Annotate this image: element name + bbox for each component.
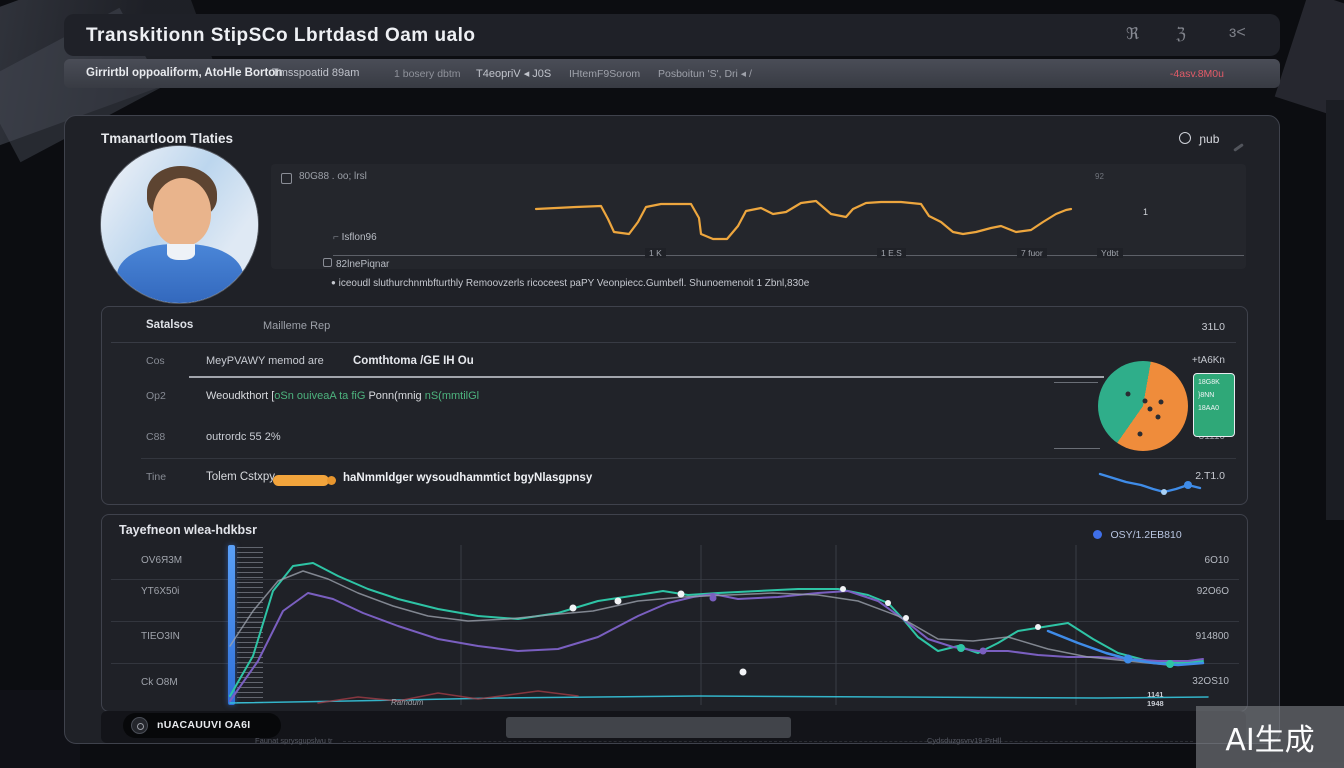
footer-dashed-line — [343, 741, 1193, 742]
pen-icon — [1233, 143, 1244, 152]
user-avatar[interactable] — [101, 146, 258, 303]
nav-item-position[interactable]: Posboitun 'S', Dri ◂ / — [658, 68, 752, 80]
refresh-icon — [1179, 132, 1191, 144]
table-divider-bright — [189, 376, 1104, 378]
app-header: Transkitionn StipSCo Lbrtdasd Oam ualo ℜ… — [64, 14, 1280, 56]
chart-row-label-4: Ck O8M — [141, 677, 178, 688]
footer-progress-bar — [506, 717, 791, 738]
series-label-secondary: 82lnePiqnar — [323, 258, 389, 270]
segment-pie-chart — [1098, 361, 1188, 451]
legend-item: }8NN — [1198, 390, 1230, 403]
nav-item-reports[interactable]: T4eopriV ◂ J0S — [476, 67, 551, 80]
bg-shard-right-strip — [1326, 100, 1344, 520]
ai-watermark: AI生成 — [1196, 706, 1344, 768]
chart-row-label-1: OV6Я3M — [141, 555, 182, 566]
nav-bar: Girrirtbl oppoaliform, AtoHle Borton Tms… — [64, 59, 1280, 88]
row-key: Cos — [146, 355, 165, 367]
nav-alert-value: -4asv.8M0u — [1104, 68, 1224, 80]
table-col-b[interactable]: Mailleme Rep — [263, 320, 330, 332]
axis-tick-1: 1 K — [645, 248, 666, 258]
footer-pill-button[interactable]: nUACAUUVI OA6I — [123, 713, 281, 738]
refresh-label: ɲub — [1199, 132, 1219, 146]
table-row: Op2 Weoudkthort [oSn ouiveaA ta fiG Ponn… — [65, 390, 1279, 410]
series-label-primary: ⌐ Isflon96 — [333, 232, 377, 243]
legend-item: 18AA0 — [1198, 403, 1230, 416]
nav-item-forum[interactable]: IHtemF9Sorom — [569, 68, 640, 80]
row-key: C88 — [146, 431, 165, 443]
user-menu-icon[interactable]: ɜ< — [1229, 24, 1246, 42]
app-title: Transkitionn StipSCo Lbrtdasd Oam ualo — [86, 25, 476, 47]
status-dot-icon — [1093, 530, 1102, 539]
summary-note: ● iceoudl sluthurchnmbfturthly Remoovzer… — [331, 278, 809, 289]
table-row: Cos MeyPVAWY memod are Comthtoma /GE IH … — [65, 355, 1279, 375]
avatar-collar — [167, 244, 195, 260]
chart-footnote: Ramdum — [391, 698, 423, 707]
footer-faint-right: Cydsduzgsvrv19-PrHll — [927, 736, 1001, 745]
row-bar-label: haNmmldger wysoudhammtict bgyNlasgpnsy — [343, 472, 592, 484]
nav-item-overview[interactable]: Girrirtbl oppoaliform, AtoHle Borton — [86, 67, 282, 79]
bottom-chart-title: Tayefneon wlea-hdkbsr — [119, 523, 257, 537]
series-dash-icon: ⌐ — [333, 232, 342, 243]
pie-leader-line-2 — [1054, 448, 1100, 449]
table-divider-1 — [111, 342, 1236, 343]
refresh-button[interactable]: ɲub — [1179, 132, 1219, 146]
table-divider-2 — [141, 458, 1236, 459]
row-text-b: Comthtoma /GE IH Ou — [353, 355, 474, 367]
pie-leader-line-1 — [1054, 382, 1098, 383]
table-col-a[interactable]: Satalsos — [146, 319, 193, 331]
notifications-icon[interactable]: ℜ — [1126, 24, 1139, 44]
avatar-face — [153, 178, 211, 246]
progress-pill — [273, 475, 329, 486]
axis-tick-2: 1 E.S — [877, 248, 906, 258]
top-line-chart — [271, 164, 1246, 256]
nav-item-history[interactable]: 1 bosery dbtm — [394, 68, 461, 80]
row-key: Op2 — [146, 390, 166, 402]
legend-item: 18G8K — [1198, 377, 1230, 390]
bottom-multi-line-chart — [226, 541, 1226, 709]
panel-title: Tmanartloom Tlaties — [101, 131, 233, 146]
progress-dot — [327, 476, 336, 485]
pie-legend: 18G8K }8NN 18AA0 — [1193, 373, 1235, 437]
footer-pill-label: nUACAUUVI OA6I — [157, 719, 250, 731]
row-text-a: MeyPVAWY memod are — [206, 355, 324, 367]
row-sparkline — [1096, 467, 1206, 499]
apps-icon[interactable]: ℨ — [1176, 24, 1186, 44]
row-text: outrordc 55 2% — [206, 431, 281, 443]
dashboard-page: Transkitionn StipSCo Lbrtdasd Oam ualo ℜ… — [0, 0, 1344, 768]
axis-tick-3: 7 fuor — [1017, 248, 1047, 258]
chart-corner-value: 1141 1948 — [1147, 691, 1164, 708]
nav-item-transport[interactable]: Tmsspoatid 89am — [272, 67, 359, 79]
axis-tick-4: Ydbt — [1097, 248, 1123, 258]
top-chart-end-value: 1 — [1143, 207, 1148, 217]
series-box-icon — [323, 258, 332, 267]
main-panel: Tmanartloom Tlaties ɲub 80G88 . oo; lrsl… — [64, 115, 1280, 744]
bullet-icon: ● — [331, 278, 336, 287]
row-text: Tolem Cstxpy — [206, 471, 275, 483]
footer-faint-left: Faunat sprysgupslwu tr — [255, 736, 333, 745]
edit-button[interactable] — [1233, 136, 1244, 154]
row-key: Tine — [146, 471, 166, 483]
record-icon — [131, 717, 148, 734]
table-header-value: 31L0 — [1125, 321, 1225, 333]
chart-row-label-3: TIEO3IN — [141, 631, 180, 642]
row-mixed-text: Weoudkthort [oSn ouiveaA ta fiG Ponn(mni… — [206, 390, 479, 402]
chart-row-label-2: YT6X50i — [141, 586, 179, 597]
